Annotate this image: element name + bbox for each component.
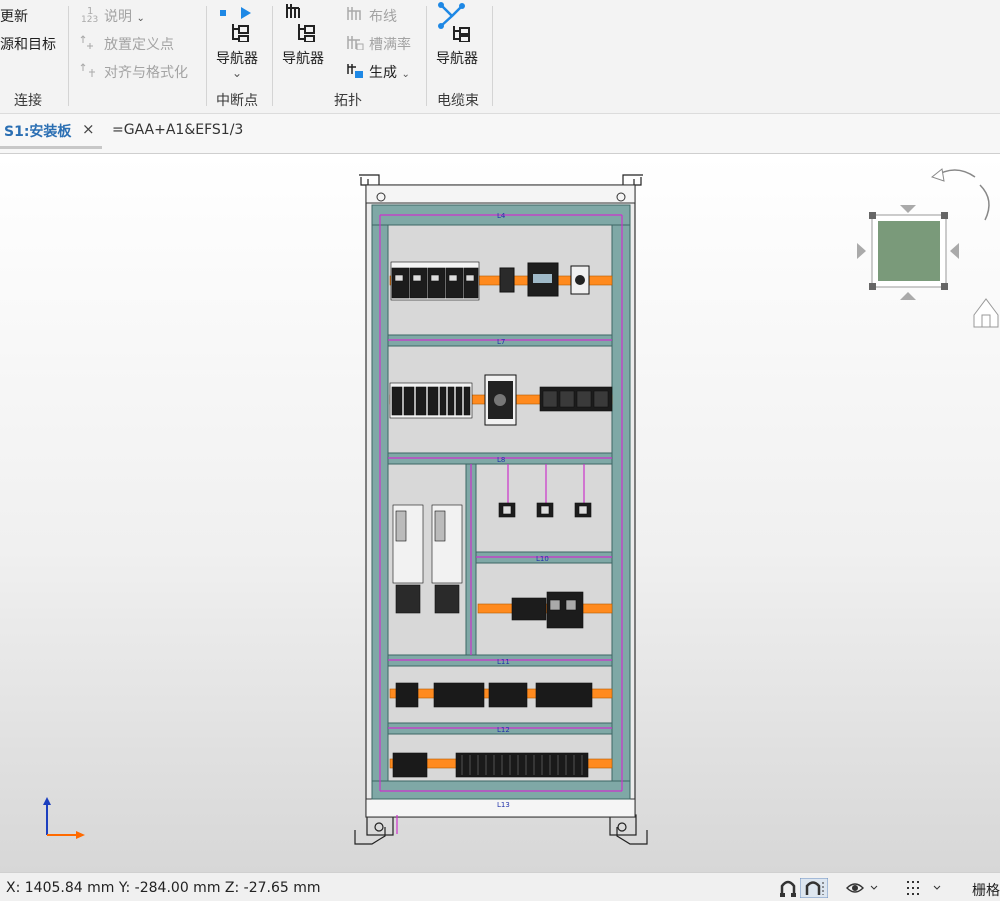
breakpoint-navigator-button[interactable]: 导航器: [216, 48, 258, 68]
breakpoint-navigator-icon: [220, 7, 251, 42]
group-separator: [206, 6, 207, 106]
place-definition-point-button[interactable]: 放置定义点: [104, 34, 174, 54]
place-point-icon: [80, 35, 93, 49]
cable-harness-navigator-button[interactable]: 导航器: [436, 48, 478, 68]
group-separator: [272, 6, 273, 106]
routing-icon: [347, 7, 361, 20]
topology-navigator-button[interactable]: 导航器: [282, 48, 324, 68]
duct-bottom: [371, 780, 631, 800]
description-button[interactable]: 说明 ⌄: [104, 6, 145, 26]
visibility-eye-icon[interactable]: [845, 878, 879, 898]
ribbon: 更新 源和目标 连接 123 1 说明 ⌄ 放置定义点 对齐与格式化 导航器 ⌄…: [0, 0, 1000, 114]
duct-label: L4: [497, 212, 506, 220]
generate-button[interactable]: 生成 ⌄: [369, 62, 410, 82]
row-1-breakers: [390, 261, 480, 301]
duct-label: L12: [497, 726, 510, 734]
duct-fill-button[interactable]: 槽满率: [369, 34, 411, 54]
grid-label[interactable]: 栅格: [972, 880, 1000, 900]
generate-icon: [347, 64, 363, 78]
description-icon: 123 1: [81, 6, 98, 25]
grid-icon[interactable]: [905, 878, 945, 898]
description-label: 说明: [104, 9, 132, 25]
close-icon[interactable]: ×: [82, 120, 95, 138]
group-separator: [492, 6, 493, 106]
group-label-cable-harness: 电缆束: [437, 93, 479, 109]
terminal-device: [499, 267, 515, 293]
chevron-down-icon: ⌄: [136, 13, 145, 24]
tab-title: S1:安装板: [4, 124, 72, 140]
axis-indicator-icon: [43, 797, 85, 839]
coordinate-readout: X: 1405.84 mm Y: -284.00 mm Z: -27.65 mm: [6, 880, 321, 896]
group-separator: [426, 6, 427, 106]
duct-label: L7: [497, 338, 505, 346]
status-bar: X: 1405.84 mm Y: -284.00 mm Z: -27.65 mm…: [0, 872, 1000, 901]
tab-mounting-panel[interactable]: S1:安装板: [0, 114, 75, 148]
chevron-down-icon: ⌄: [401, 69, 410, 80]
routing-button[interactable]: 布线: [369, 6, 397, 26]
terminal-blocks-row-5: [392, 752, 589, 778]
duct-label: L11: [497, 658, 510, 666]
tab-active-indicator: [0, 146, 102, 149]
source-target-button[interactable]: 源和目标: [0, 34, 56, 54]
update-button[interactable]: 更新: [0, 6, 28, 26]
svg-text:1: 1: [87, 6, 93, 17]
snap-magnet-icon[interactable]: [800, 878, 828, 898]
chevron-down-icon[interactable]: ⌄: [232, 66, 242, 80]
group-separator: [68, 6, 69, 106]
fuse-holders: [498, 502, 592, 518]
device-path: =GAA+A1&EFS1/3: [112, 122, 244, 138]
group-label-breakpoint: 中断点: [216, 93, 258, 109]
row-2-relays: [389, 382, 473, 419]
group-label-connection: 连接: [14, 93, 42, 109]
duct-label: L8: [497, 456, 505, 464]
duct-right: [611, 224, 631, 782]
align-format-button[interactable]: 对齐与格式化: [104, 62, 188, 82]
document-tab-bar: S1:安装板 × =GAA+A1&EFS1/3: [0, 114, 1000, 154]
layout-space-viewport[interactable]: L4 L7 L8 L10 L11 L12 L13: [0, 155, 1000, 872]
duct-label: L13: [497, 801, 510, 809]
group-label-topology: 拓扑: [334, 93, 362, 109]
duct-label: L10: [536, 555, 549, 563]
row-2-contactors: [539, 386, 613, 412]
cable-harness-navigator-icon: [438, 2, 470, 42]
view-cube: [857, 168, 999, 328]
magnet-icon[interactable]: [778, 878, 798, 898]
align-format-icon: [80, 63, 95, 77]
duct-fill-icon: [347, 36, 364, 50]
generate-label: 生成: [369, 65, 397, 81]
topology-navigator-icon: [286, 4, 315, 42]
mounting-panel-drawing: L4 L7 L8 L10 L11 L12 L13: [43, 168, 999, 845]
